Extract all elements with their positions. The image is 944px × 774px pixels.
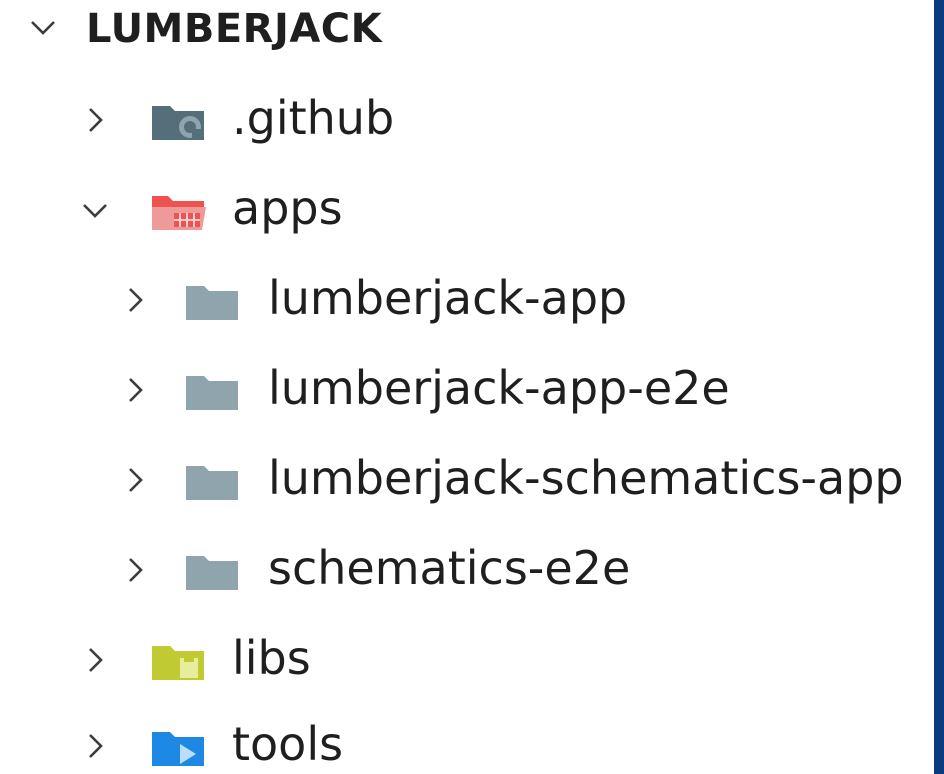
tree-item-schematics-e2e[interactable]: schematics-e2e — [0, 524, 930, 616]
chevron-right-icon[interactable] — [80, 105, 110, 135]
tree-item-label: .github — [232, 91, 395, 145]
tree-item-libs[interactable]: libs — [0, 614, 930, 706]
tree-item-label: tools — [232, 717, 344, 771]
tree-item-lumberjack-app[interactable]: lumberjack-app — [0, 254, 930, 346]
chevron-down-icon[interactable] — [28, 12, 58, 42]
github-folder-icon — [150, 102, 206, 142]
workspace-title: LUMBERJACK — [86, 6, 383, 52]
window-border — [934, 0, 944, 774]
tree-item-label: lumberjack-app — [268, 271, 628, 325]
folder-icon — [184, 552, 240, 592]
tree-item-apps[interactable]: apps — [0, 164, 930, 256]
chevron-right-icon[interactable] — [120, 465, 150, 495]
libs-folder-icon — [150, 642, 206, 682]
tree-item-label: apps — [232, 181, 343, 235]
tree-item-github[interactable]: .github — [0, 74, 930, 166]
tree-item-label: lumberjack-app-e2e — [268, 361, 730, 415]
chevron-right-icon[interactable] — [120, 375, 150, 405]
chevron-down-icon[interactable] — [80, 195, 110, 225]
tree-item-label: schematics-e2e — [268, 541, 631, 595]
file-explorer-tree: LUMBERJACK .github apps lumberjack-app l… — [0, 0, 934, 774]
tree-item-label: libs — [232, 631, 311, 685]
folder-icon — [184, 462, 240, 502]
tree-item-tools[interactable]: tools — [0, 700, 930, 774]
tools-folder-icon — [150, 728, 206, 768]
tree-item-label: lumberjack-schematics-app — [268, 451, 904, 505]
apps-folder-open-icon — [150, 192, 206, 232]
chevron-right-icon[interactable] — [120, 555, 150, 585]
chevron-right-icon[interactable] — [80, 645, 110, 675]
folder-icon — [184, 282, 240, 322]
chevron-right-icon[interactable] — [120, 285, 150, 315]
tree-item-lumberjack-schematics-app[interactable]: lumberjack-schematics-app — [0, 434, 930, 526]
tree-item-lumberjack-app-e2e[interactable]: lumberjack-app-e2e — [0, 344, 930, 436]
chevron-right-icon[interactable] — [80, 731, 110, 761]
folder-icon — [184, 372, 240, 412]
